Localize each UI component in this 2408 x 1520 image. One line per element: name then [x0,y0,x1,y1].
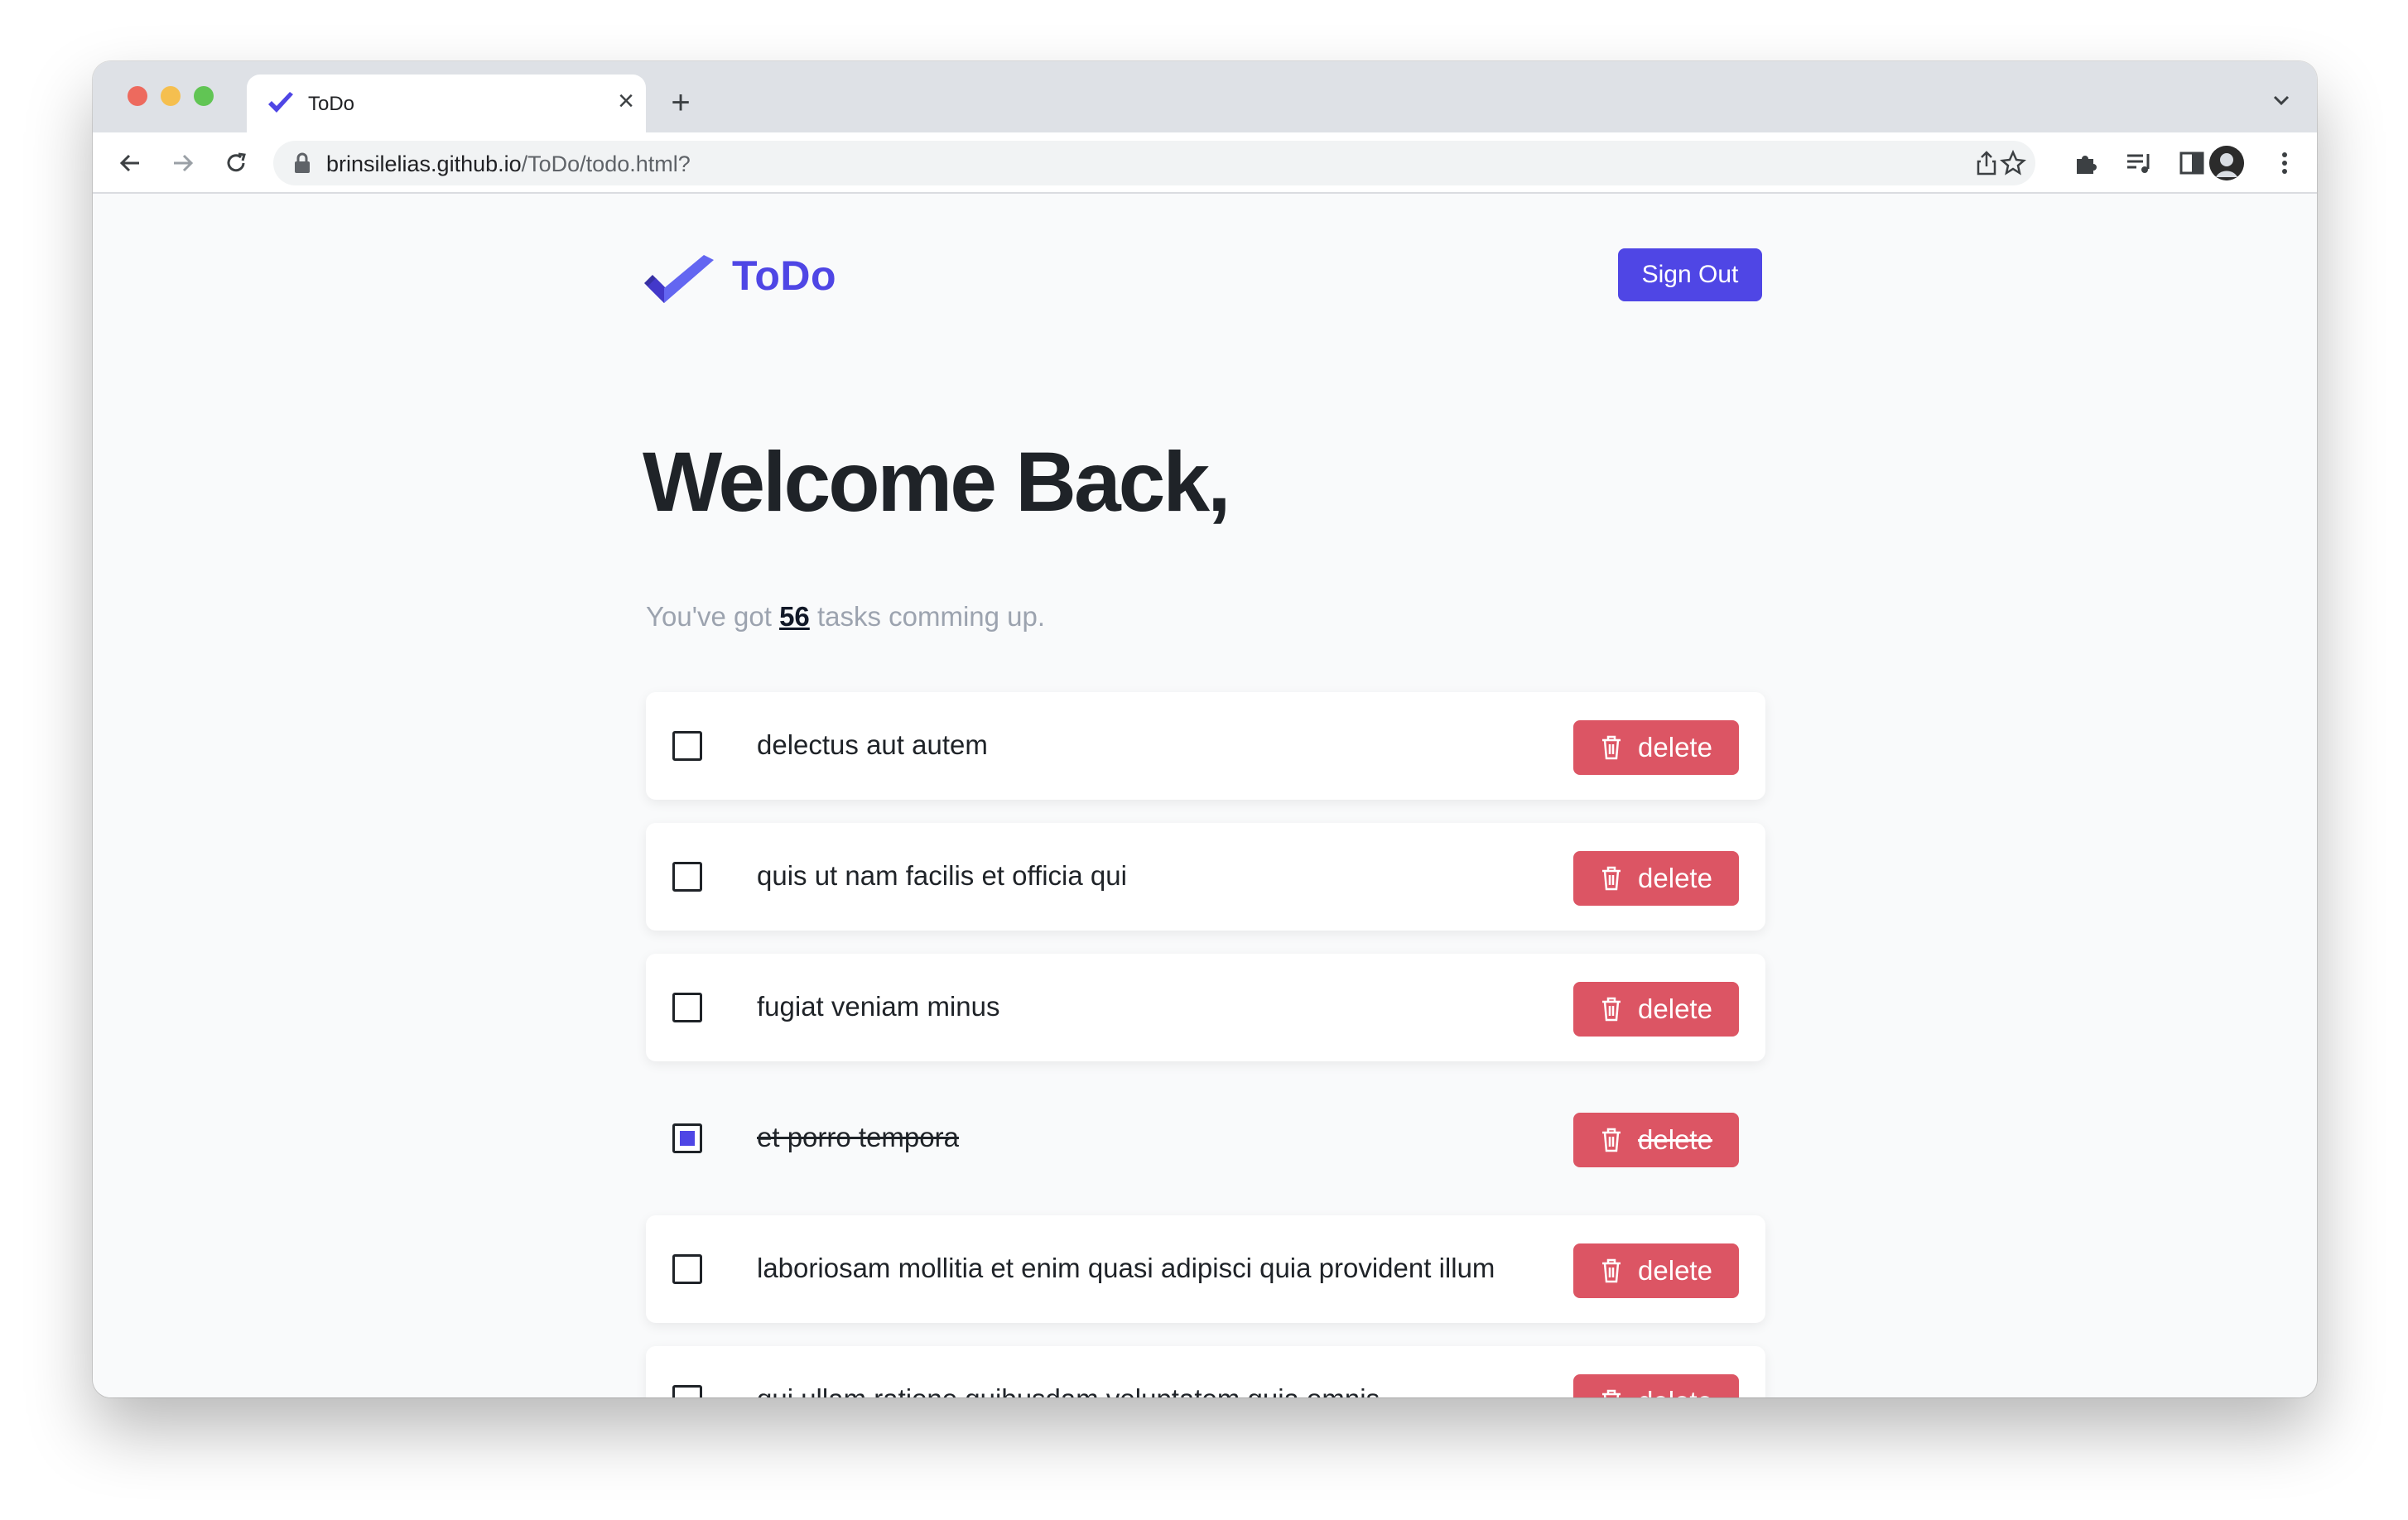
bookmark-star-icon[interactable] [1999,149,2027,177]
url-text: brinsilelias.github.io/ToDo/todo.html? [326,152,691,177]
task-item: quis ut nam facilis et officia qui delet… [646,823,1765,931]
task-item: fugiat veniam minus delete [646,954,1765,1061]
media-queue-icon[interactable] [2123,147,2155,179]
share-icon[interactable] [1972,149,2001,177]
profile-avatar[interactable] [2209,146,2244,180]
checkmark-logo-icon [644,255,714,303]
delete-label: delete [1638,732,1712,762]
delete-button[interactable]: delete [1573,851,1739,906]
checkmark-favicon-icon [268,92,293,113]
address-bar[interactable]: brinsilelias.github.io/ToDo/todo.html? [273,141,2035,185]
task-item: laboriosam mollitia et enim quasi adipis… [646,1215,1765,1323]
task-checkbox[interactable] [672,731,702,761]
task-summary-prefix: You've got [646,601,780,632]
delete-button[interactable]: delete [1573,1374,1739,1397]
task-text: et porro tempora [757,1122,959,1152]
trash-icon [1602,1128,1621,1152]
task-checkbox-checked[interactable] [672,1123,702,1153]
brand-name: ToDo [732,253,837,299]
task-checkbox[interactable] [672,1254,702,1284]
browser-window: ToDo × + brinsilelias.github.io/ToDo/tod… [93,61,2317,1397]
task-text: laboriosam mollitia et enim quasi adipis… [757,1253,1495,1283]
delete-button[interactable]: delete [1573,720,1739,775]
delete-label: delete [1638,863,1712,893]
back-arrow-icon[interactable] [114,147,146,179]
close-window-button[interactable] [128,86,147,106]
sign-out-button[interactable]: Sign Out [1618,248,1762,301]
forward-arrow-icon[interactable] [167,147,199,179]
trash-icon [1602,866,1621,891]
task-checkbox[interactable] [672,862,702,892]
task-checkbox[interactable] [672,993,702,1022]
task-item-completed: et porro tempora delete [646,1085,1765,1192]
url-path: /ToDo/todo.html? [521,152,691,176]
delete-label: delete [1638,1386,1712,1397]
task-summary: You've got 56 tasks comming up. [646,601,1045,633]
reload-icon[interactable] [220,147,252,179]
delete-button[interactable]: delete [1573,982,1739,1037]
trash-icon [1602,997,1621,1022]
new-tab-icon[interactable]: + [664,86,697,119]
trash-icon [1602,1389,1621,1397]
profile-avatar-icon [2209,146,2244,180]
task-checkbox[interactable] [672,1385,702,1397]
trash-icon [1602,1258,1621,1283]
task-count: 56 [779,601,810,632]
browser-toolbar: brinsilelias.github.io/ToDo/todo.html? [93,132,2317,194]
task-item: delectus aut autem delete [646,692,1765,800]
task-text: delectus aut autem [757,729,988,760]
delete-button[interactable]: delete [1573,1113,1739,1167]
tab-title: ToDo [308,93,355,115]
delete-label: delete [1638,993,1712,1024]
delete-button[interactable]: delete [1573,1243,1739,1298]
task-summary-suffix: tasks comming up. [809,601,1046,632]
side-panel-icon[interactable] [2176,147,2208,179]
minimize-window-button[interactable] [161,86,181,106]
extensions-puzzle-icon[interactable] [2070,147,2102,179]
task-text: qui ullam ratione quibusdam voluptatem q… [757,1383,1380,1397]
page-content: ToDo Sign Out Welcome Back, You've got 5… [93,194,2317,1397]
maximize-window-button[interactable] [194,86,214,106]
task-item: qui ullam ratione quibusdam voluptatem q… [646,1346,1765,1397]
task-text: quis ut nam facilis et officia qui [757,860,1127,891]
browser-menu-icon[interactable] [2269,147,2300,179]
tab-strip: ToDo × + [93,61,2317,132]
url-host: brinsilelias.github.io [326,152,522,176]
tab-todo[interactable]: ToDo × [247,75,646,132]
chevron-down-icon[interactable] [2269,88,2294,113]
tab-close-icon[interactable]: × [611,86,641,116]
trash-icon [1602,735,1621,760]
page-title: Welcome Back, [643,435,1230,529]
lock-icon [295,152,310,173]
delete-label: delete [1638,1124,1712,1155]
delete-label: delete [1638,1255,1712,1286]
task-text: fugiat veniam minus [757,991,1000,1022]
